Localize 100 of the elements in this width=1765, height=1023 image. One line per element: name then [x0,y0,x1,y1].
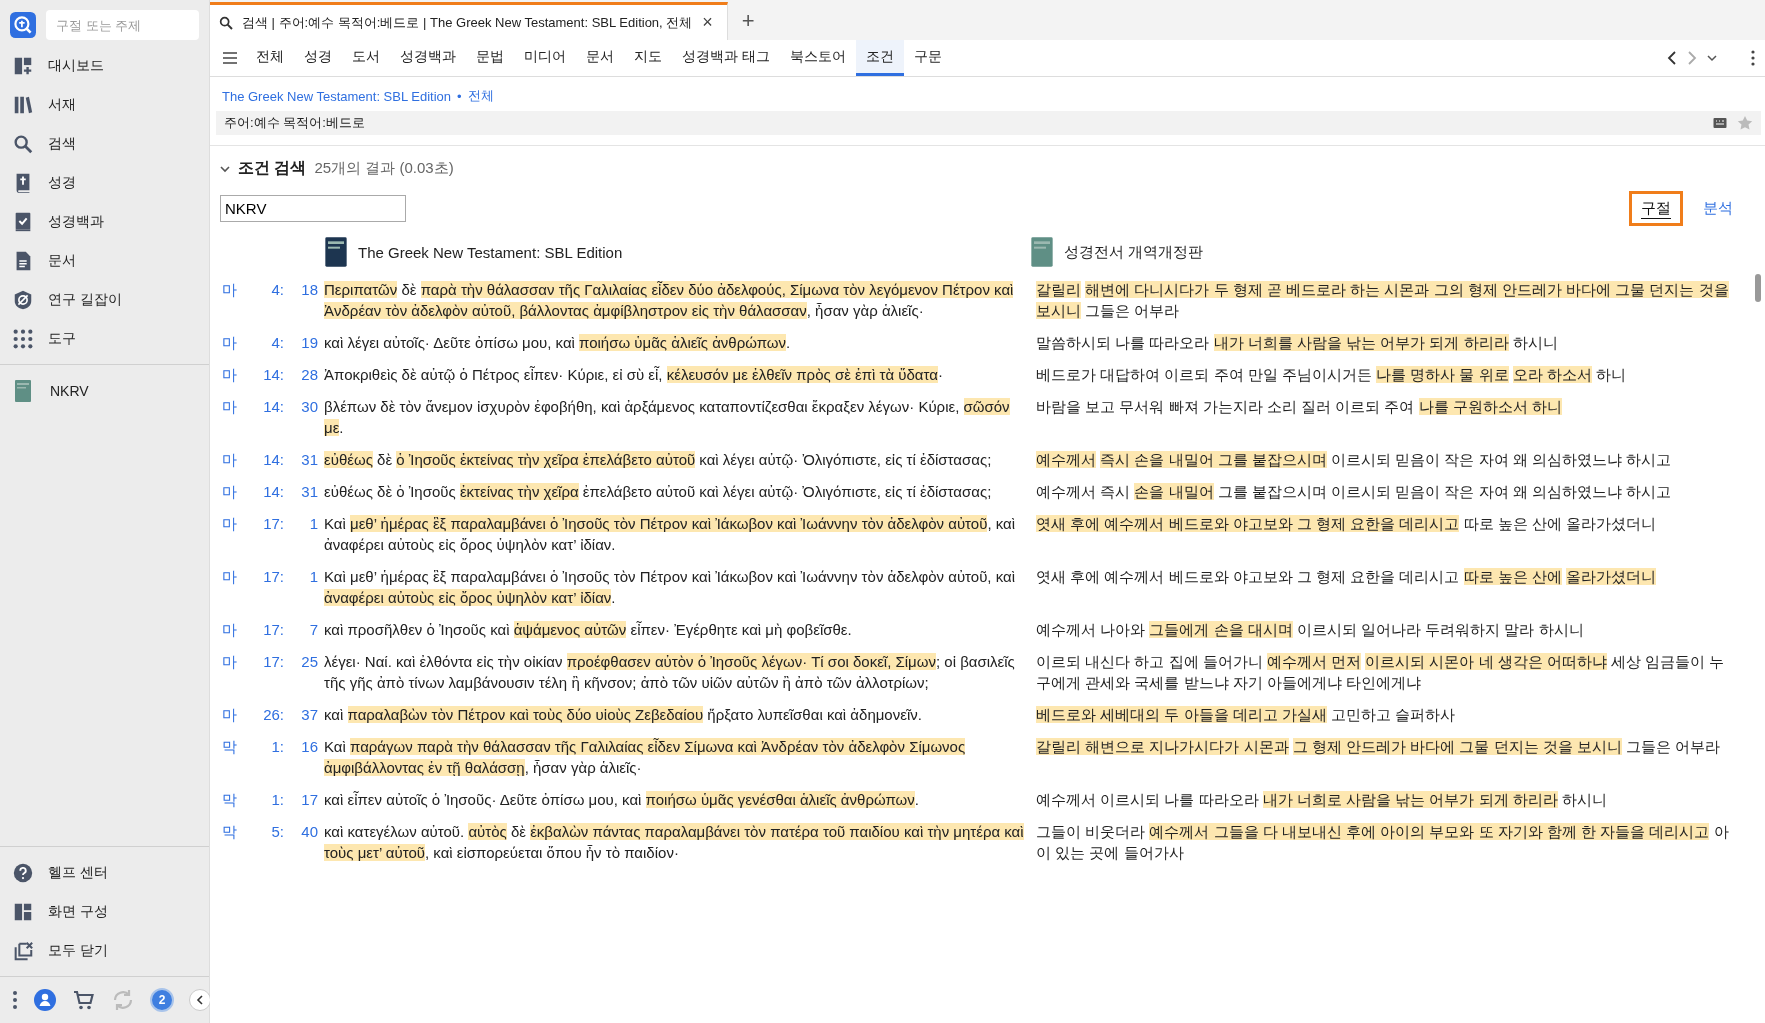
chapter-number[interactable]: 14: [250,449,284,470]
korean-verse-text: 갈릴리 해변으로 지나가시다가 시몬과 그 형제 안드레가 바다에 그물 던지는 것을 보시니 그들은 어부라 [1036,737,1722,757]
book-cover-icon [1030,236,1054,268]
nav-tab[interactable]: 북스토어 [779,40,856,76]
chapter-number[interactable]: 1: [250,789,284,810]
notification-badge[interactable]: 2 [150,988,174,1012]
chapter-number[interactable]: 17: [250,513,284,555]
scope-link[interactable]: 전체 [467,87,494,105]
nav-tab[interactable]: 문서 [576,40,624,76]
greek-verse-text: εὐθέως δὲ ὁ Ἰησοῦς ἐκτείνας τὴν χεῖρα ἐπελάβετο αὐτοῦ καὶ λέγει αὐτῷ· Ὀλιγόπιστε, εἰς τί ἐδίστασας; [324,482,993,502]
sidebar-item[interactable]: 화면 구성 [0,892,209,931]
sidebar-item[interactable]: 성경 [0,163,209,202]
dropdown-icon[interactable] [1707,54,1717,62]
book-link[interactable]: 마 [222,651,244,693]
more-icon[interactable] [12,990,18,1010]
book-link[interactable]: 마 [222,364,244,385]
chapter-number[interactable]: 17: [250,619,284,640]
book-link[interactable]: 마 [222,449,244,470]
collapse-chevron-icon[interactable] [220,164,230,173]
nav-tab[interactable]: 문법 [466,40,514,76]
verse-number[interactable]: 28 [290,364,318,385]
document-tab[interactable]: 검색 | 주어:예수 목적어:베드로 | The Greek New Testament: SBL Edition, 전체 × [210,2,728,40]
sidebar-item[interactable]: 검색 [0,124,209,163]
new-tab-button[interactable]: + [727,2,769,40]
verse-number[interactable]: 40 [290,821,318,863]
book-link[interactable]: 마 [222,396,244,438]
verse-number[interactable]: 7 [290,619,318,640]
verse-number[interactable]: 1 [290,566,318,608]
view-toggle[interactable]: 구절 [1629,191,1683,226]
user-icon[interactable] [33,988,57,1012]
scrollbar-thumb[interactable] [1755,274,1761,302]
chapter-number[interactable]: 17: [250,651,284,693]
verse-number[interactable]: 18 [290,279,318,321]
verse-number[interactable]: 25 [290,651,318,693]
close-button[interactable]: × [700,12,715,33]
book-link[interactable]: 마 [222,481,244,502]
sidebar-item[interactable]: 서재 [0,85,209,124]
star-icon[interactable] [1737,115,1753,131]
chapter-number[interactable]: 14: [250,364,284,385]
book-link[interactable]: 막 [222,789,244,810]
keyboard-icon[interactable] [1713,117,1727,129]
collapse-button[interactable] [189,989,211,1011]
sidebar-item[interactable]: 문서 [0,241,209,280]
verse-number[interactable]: 31 [290,481,318,502]
verse-number[interactable]: 30 [290,396,318,438]
chapter-number[interactable]: 17: [250,566,284,608]
verse-number[interactable]: 16 [290,736,318,778]
sidebar-item[interactable]: 헬프 센터 [0,853,209,892]
query-bar[interactable]: 주어:예수 목적어:베드로 [216,111,1761,135]
chapter-number[interactable]: 26: [250,704,284,725]
nav-tab[interactable]: 조건 [855,40,904,76]
search-field[interactable]: 구절 또는 주제 [46,10,199,40]
resource-link[interactable]: The Greek New Testament: SBL Edition [222,88,452,104]
book-link[interactable]: 마 [222,619,244,640]
nav-tab[interactable]: 도서 [342,40,390,76]
verse-number[interactable]: 19 [290,332,318,353]
nav-tab[interactable]: 전체 [246,40,294,76]
nav-tab[interactable]: 성경백과 [390,40,466,76]
verse-number[interactable]: 17 [290,789,318,810]
result-count: 25개의 결과 (0.03초) [314,159,454,178]
book-link[interactable]: 마 [222,332,244,353]
app-logo-icon[interactable] [10,12,36,38]
back-icon[interactable] [1667,50,1677,66]
filter-field[interactable]: NKRV [220,195,406,222]
chevron-left-icon [196,995,204,1005]
chapter-number[interactable]: 14: [250,396,284,438]
menu-icon[interactable] [222,51,238,65]
chapter-number[interactable]: 5: [250,821,284,863]
book-link[interactable]: 막 [222,821,244,863]
nav-tab[interactable]: 성경백과 태그 [672,40,780,76]
nav-tab[interactable]: 미디어 [514,40,576,76]
chapter-number[interactable]: 4: [250,332,284,353]
verse-number[interactable]: 1 [290,513,318,555]
sidebar-item[interactable]: 연구 길잡이 [0,280,209,319]
sidebar-item[interactable]: 성경백과 [0,202,209,241]
greek-verse-text: καὶ προσῆλθεν ὁ Ἰησοῦς καὶ ἁψάμενος αὐτῶν εἶπεν· Ἐγέρθητε καὶ μὴ φοβεῖσθε. [324,620,853,640]
book-link[interactable]: 마 [222,279,244,321]
view-toggle[interactable]: 분석 [1691,191,1745,226]
more-icon[interactable] [1751,50,1755,66]
nav-tab[interactable]: 지도 [624,40,672,76]
cart-icon[interactable] [72,988,96,1012]
book-cover-icon [324,236,348,268]
greek-verse-text: εὐθέως δὲ ὁ Ἰησοῦς ἐκτείνας τὴν χεῖρα ἐπελάβετο αὐτοῦ καὶ λέγει αὐτῷ· Ὀλιγόπιστε, εἰς τί ἐδίστασας; [324,450,993,470]
nav-tab[interactable]: 구문 [903,40,952,76]
book-link[interactable]: 마 [222,566,244,608]
book-link[interactable]: 마 [222,704,244,725]
greek-verse-text: καὶ εἶπεν αὐτοῖς ὁ Ἰησοῦς· Δεῦτε ὀπίσω μου, καὶ ποιήσω ὑμᾶς γενέσθαι ἁλιεῖς ἀνθρώπων. [324,790,920,810]
separator-dot: • [457,88,462,104]
sidebar-item[interactable]: 도구 [0,319,209,358]
verse-number[interactable]: 37 [290,704,318,725]
sidebar-item[interactable]: 모두 닫기 [0,931,209,970]
chapter-number[interactable]: 4: [250,279,284,321]
book-link[interactable]: 막 [222,736,244,778]
sidebar-item[interactable]: NKRV [0,371,209,410]
book-link[interactable]: 마 [222,513,244,555]
sidebar-item[interactable]: 대시보드 [0,46,209,85]
chapter-number[interactable]: 1: [250,736,284,778]
chapter-number[interactable]: 14: [250,481,284,502]
verse-number[interactable]: 31 [290,449,318,470]
nav-tab[interactable]: 성경 [294,40,342,76]
